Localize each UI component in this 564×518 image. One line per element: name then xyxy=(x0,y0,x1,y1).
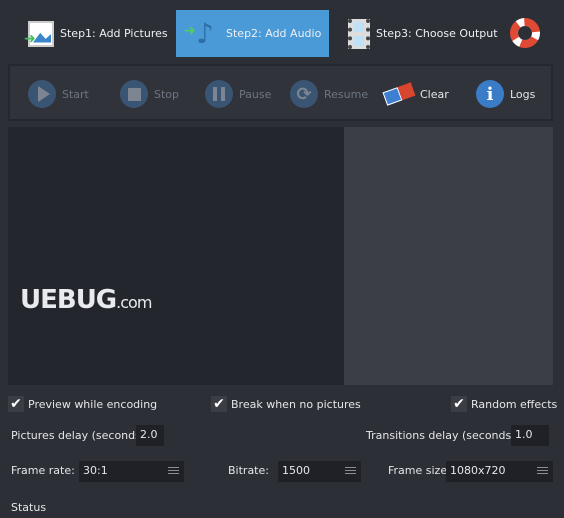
menu-icon xyxy=(345,467,356,474)
checkmark-icon: ✔ xyxy=(451,396,467,412)
watermark-logo: UEBUG.com xyxy=(20,285,152,315)
stop-icon xyxy=(120,80,148,108)
checkbox-label: Random effects xyxy=(471,397,558,411)
clear-button[interactable]: Clear xyxy=(382,79,449,109)
tab-label: Step2: Add Audio xyxy=(226,27,322,40)
eraser-icon xyxy=(382,82,416,106)
resume-icon: ⟳ xyxy=(290,80,318,108)
frame-rate-label: Frame rate: xyxy=(11,464,75,477)
logs-button[interactable]: i Logs xyxy=(476,79,535,109)
frame-size-select[interactable]: 1080x720 xyxy=(446,461,553,482)
frame-rate-select[interactable]: 30:1 xyxy=(79,461,184,482)
menu-icon xyxy=(537,467,548,474)
pictures-delay-input[interactable]: 2.0 xyxy=(136,425,164,446)
bitrate-select[interactable]: 1500 xyxy=(278,461,361,482)
menu-icon xyxy=(168,467,179,474)
toolbar: Start Stop Pause ⟳ Resume Clear i Logs xyxy=(8,64,553,121)
bitrate-value: 1500 xyxy=(282,464,310,477)
random-effects-checkbox[interactable]: ✔ Random effects xyxy=(451,396,557,412)
checkmark-icon: ✔ xyxy=(211,396,227,412)
resume-label: Resume xyxy=(324,87,369,101)
add-pictures-icon: ➜ xyxy=(24,20,54,47)
start-button[interactable]: Start xyxy=(28,79,89,109)
frame-size-label: Frame size: xyxy=(388,464,451,477)
start-label: Start xyxy=(62,87,89,101)
frame-size-value: 1080x720 xyxy=(450,464,506,477)
frame-rate-value: 30:1 xyxy=(83,464,108,477)
stop-button[interactable]: Stop xyxy=(120,79,179,109)
logs-label: Logs xyxy=(510,87,536,101)
status-label: Status xyxy=(11,501,47,514)
transitions-delay-label: Transitions delay (seconds) xyxy=(366,429,516,442)
film-strip-icon xyxy=(348,18,370,49)
tab-add-audio[interactable]: ➜ ♪ Step2: Add Audio xyxy=(176,10,329,57)
tab-choose-output[interactable]: Step3: Choose Output xyxy=(340,10,500,57)
pause-label: Pause xyxy=(239,87,272,101)
preview-area: UEBUG.com xyxy=(8,127,344,385)
checkbox-label: Preview while encoding xyxy=(28,397,158,411)
tab-add-pictures[interactable]: ➜ Step1: Add Pictures xyxy=(20,10,170,57)
preview-while-encoding-checkbox[interactable]: ✔ Preview while encoding xyxy=(8,396,157,412)
clear-label: Clear xyxy=(420,87,449,101)
break-when-no-pictures-checkbox[interactable]: ✔ Break when no pictures xyxy=(211,396,361,412)
lifebuoy-icon[interactable] xyxy=(510,18,540,48)
transitions-delay-input[interactable]: 1.0 xyxy=(511,425,549,446)
pause-icon xyxy=(205,80,233,108)
stop-label: Stop xyxy=(154,87,180,101)
pause-button[interactable]: Pause xyxy=(205,79,271,109)
tab-label: Step1: Add Pictures xyxy=(60,27,168,40)
bitrate-label: Bitrate: xyxy=(228,464,269,477)
info-icon: i xyxy=(476,80,504,108)
music-note-icon: ➜ ♪ xyxy=(184,17,214,50)
checkmark-icon: ✔ xyxy=(8,396,24,412)
side-panel xyxy=(344,127,553,385)
play-icon xyxy=(28,80,56,108)
resume-button[interactable]: ⟳ Resume xyxy=(290,79,368,109)
tab-label: Step3: Choose Output xyxy=(376,27,498,40)
pictures-delay-label: Pictures delay (seconds) xyxy=(11,429,146,442)
checkbox-label: Break when no pictures xyxy=(231,397,361,411)
